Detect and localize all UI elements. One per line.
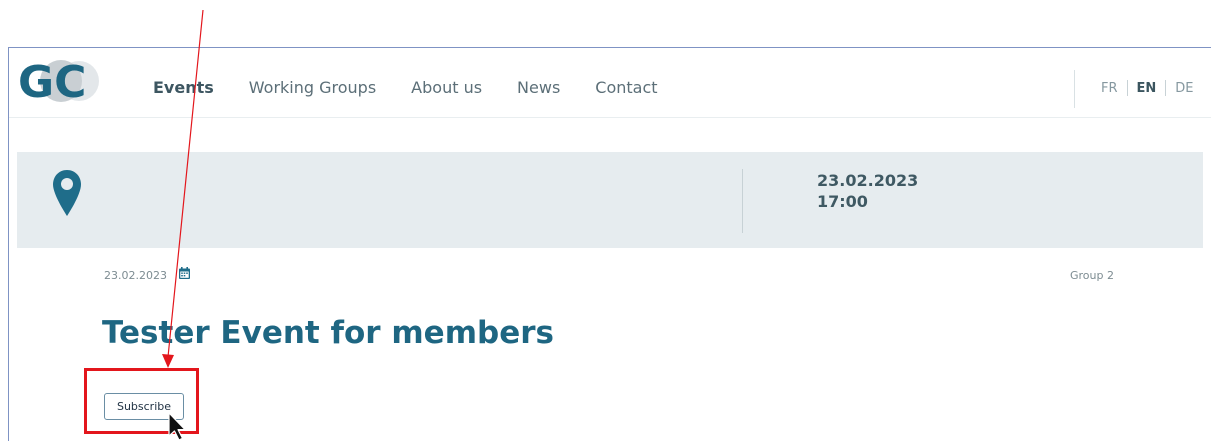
location-pin-icon xyxy=(53,170,81,216)
site-logo[interactable]: GC xyxy=(15,57,107,105)
language-fr[interactable]: FR xyxy=(1101,81,1118,96)
event-date: 23.02.2023 xyxy=(104,269,167,282)
nav-divider xyxy=(1074,70,1075,108)
svg-text:GC: GC xyxy=(18,57,86,105)
event-info-banner: 23.02.2023 17:00 xyxy=(17,152,1203,248)
banner-divider xyxy=(742,169,743,233)
calendar-icon xyxy=(179,267,190,279)
nav-link-about-us[interactable]: About us xyxy=(411,78,482,97)
event-title: Tester Event for members xyxy=(102,315,554,351)
event-group: Group 2 xyxy=(1070,269,1114,282)
nav-link-working-groups[interactable]: Working Groups xyxy=(249,78,376,97)
banner-event-date: 23.02.2023 xyxy=(817,171,919,190)
annotation-highlight-box xyxy=(84,368,199,434)
language-en[interactable]: EN xyxy=(1137,81,1157,96)
language-divider xyxy=(1126,80,1128,96)
nav-link-contact[interactable]: Contact xyxy=(595,78,657,97)
top-navigation: GC Events Working Groups About us News C… xyxy=(9,48,1211,118)
language-switcher: FR EN DE xyxy=(1101,80,1194,96)
nav-link-events[interactable]: Events xyxy=(153,78,214,97)
main-menu: Events Working Groups About us News Cont… xyxy=(153,78,693,97)
language-de[interactable]: DE xyxy=(1175,81,1193,96)
nav-link-news[interactable]: News xyxy=(517,78,560,97)
banner-event-time: 17:00 xyxy=(817,192,868,211)
language-divider xyxy=(1165,80,1167,96)
